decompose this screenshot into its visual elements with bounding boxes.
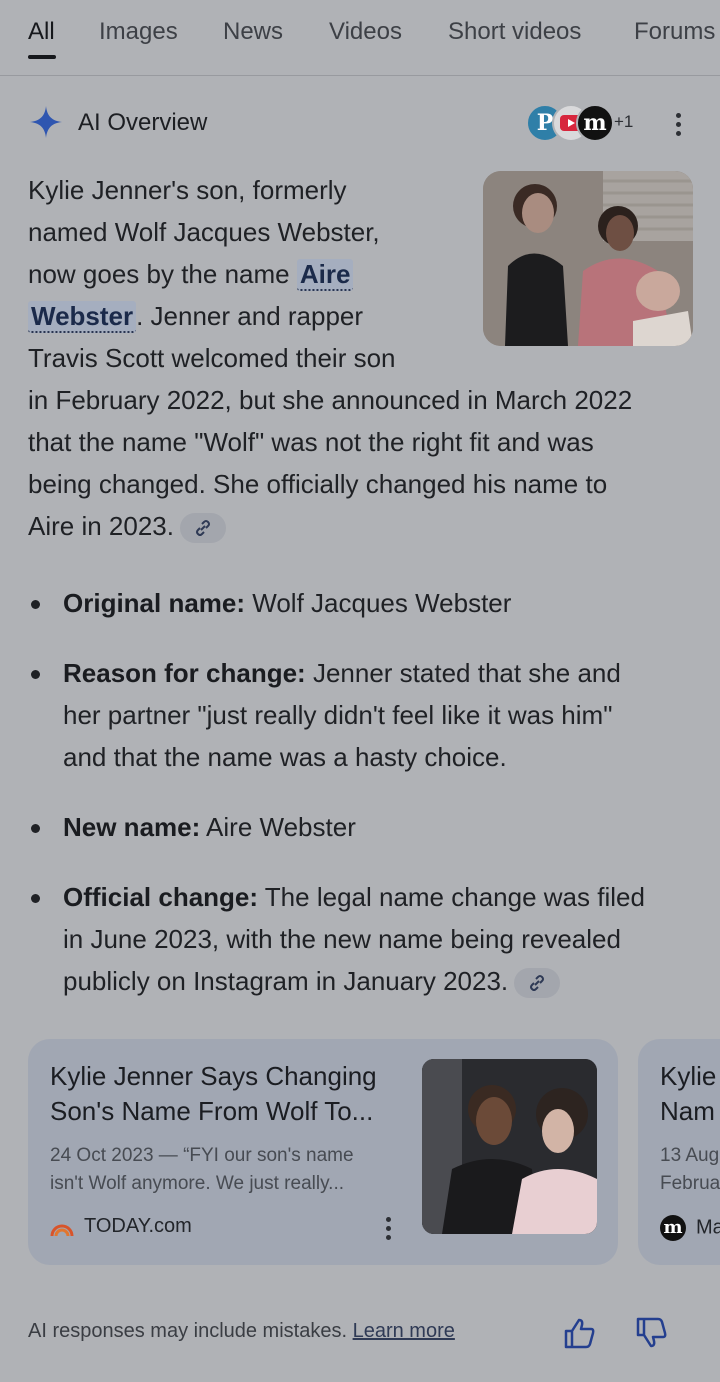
ai-overview-title: AI Overview bbox=[78, 109, 208, 136]
tab-short-videos[interactable]: Short videos bbox=[448, 18, 581, 46]
source-icons[interactable]: P m +1 bbox=[526, 104, 636, 142]
bullet-text: publicly on Instagram in January 2023. bbox=[63, 966, 509, 996]
card-title-line: Kylie bbox=[660, 1061, 717, 1091]
learn-more-link[interactable]: Learn more bbox=[353, 1320, 455, 1342]
card-source-name: TODAY.com bbox=[84, 1215, 192, 1237]
bullet-label: Official change: bbox=[63, 882, 259, 912]
card-snippet-line: Februa bbox=[660, 1173, 720, 1194]
thumbs-up-icon[interactable] bbox=[562, 1316, 596, 1350]
source-card[interactable]: Kylie Jenner Says Changing Son's Name Fr… bbox=[28, 1039, 618, 1265]
bullet-text: and that the name was a hasty choice. bbox=[63, 742, 507, 772]
para-line: being changed. She officially changed hi… bbox=[28, 469, 608, 499]
link-icon bbox=[530, 975, 545, 992]
card-title-line: Son's Name From Wolf To... bbox=[50, 1096, 374, 1126]
link-icon bbox=[195, 520, 210, 537]
card-snippet: 13 Aug Februa bbox=[660, 1142, 720, 1198]
sparkle-icon bbox=[30, 106, 62, 138]
card-title: Kylie Jenner Says Changing Son's Name Fr… bbox=[50, 1059, 377, 1129]
source-m-icon: m bbox=[576, 104, 614, 142]
card-thumbnail bbox=[422, 1059, 597, 1234]
m-logo-icon: m bbox=[660, 1215, 686, 1241]
bullet-text: in June 2023, with the new name being re… bbox=[63, 924, 621, 954]
bullet-text: her partner "just really didn't feel lik… bbox=[63, 700, 613, 730]
para-line: now goes by the name Aire bbox=[28, 253, 354, 295]
bullet-dot bbox=[31, 824, 40, 833]
card-snippet-line: isn't Wolf anymore. We just really... bbox=[50, 1173, 344, 1194]
highlight-webster[interactable]: Webster bbox=[28, 301, 137, 333]
card-more-options-icon[interactable] bbox=[386, 1217, 396, 1244]
bullet-label: New name: bbox=[63, 812, 201, 842]
active-tab-indicator bbox=[28, 55, 56, 59]
para-text: . Jenner and rapper bbox=[136, 301, 364, 331]
para-line: Kylie Jenner's son, formerly bbox=[28, 175, 347, 205]
card-source: m Ma bbox=[660, 1215, 720, 1241]
card-title-line: Nam bbox=[660, 1096, 715, 1126]
today-logo-icon bbox=[50, 1219, 74, 1236]
source-link-button[interactable] bbox=[179, 513, 226, 544]
bullet-dot bbox=[31, 670, 40, 679]
highlight-aire[interactable]: Aire bbox=[296, 259, 354, 291]
tab-news[interactable]: News bbox=[223, 18, 283, 46]
thumbs-down-icon[interactable] bbox=[634, 1316, 668, 1350]
para-text: Aire in 2023. bbox=[28, 511, 174, 541]
source-link-button[interactable] bbox=[514, 968, 561, 999]
bullet-text: Aire Webster bbox=[200, 812, 356, 842]
bullet-dot bbox=[31, 600, 40, 609]
overview-photo[interactable] bbox=[483, 171, 693, 346]
card-source: TODAY.com bbox=[50, 1215, 192, 1238]
disclaimer: AI responses may include mistakes. Learn… bbox=[28, 1320, 455, 1343]
tab-forums[interactable]: Forums bbox=[634, 18, 715, 46]
card-snippet-line: 24 Oct 2023 — “FYI our son's name bbox=[50, 1145, 354, 1166]
para-line: that the name "Wolf" was not the right f… bbox=[28, 427, 594, 457]
search-tabs: All Images News Videos Short videos Foru… bbox=[0, 0, 720, 76]
source-card[interactable]: Kylie Nam 13 Aug Februa m Ma bbox=[638, 1039, 720, 1265]
tab-all[interactable]: All bbox=[28, 18, 55, 46]
card-snippet-line: 13 Aug bbox=[660, 1145, 720, 1166]
bullet-text: Jenner stated that she and bbox=[305, 658, 621, 688]
tab-videos[interactable]: Videos bbox=[329, 18, 402, 46]
bullet-dot bbox=[31, 894, 40, 903]
para-line: in February 2022, but she announced in M… bbox=[28, 385, 633, 415]
para-line: Aire in 2023. bbox=[28, 505, 226, 547]
para-line: Travis Scott welcomed their son bbox=[28, 343, 396, 373]
para-text: now goes by the name bbox=[28, 259, 297, 289]
bullet-label: Reason for change: bbox=[63, 658, 306, 688]
card-title: Kylie Nam bbox=[660, 1059, 716, 1129]
search-results-page: All Images News Videos Short videos Foru… bbox=[0, 0, 720, 1382]
para-line: Webster. Jenner and rapper bbox=[28, 295, 363, 337]
sources-more-count: +1 bbox=[614, 112, 634, 131]
card-snippet: 24 Oct 2023 — “FYI our son's name isn't … bbox=[50, 1142, 354, 1198]
tab-images[interactable]: Images bbox=[99, 18, 178, 46]
bullet-text: The legal name change was filed bbox=[258, 882, 645, 912]
disclaimer-text: AI responses may include mistakes. bbox=[28, 1320, 348, 1342]
bullet-label: Original name: bbox=[63, 588, 246, 618]
para-line: named Wolf Jacques Webster, bbox=[28, 217, 380, 247]
card-source-name: Ma bbox=[696, 1216, 720, 1239]
bullet-text-with-link: publicly on Instagram in January 2023. bbox=[63, 960, 693, 1002]
bullet-text: Wolf Jacques Webster bbox=[245, 588, 512, 618]
card-title-line: Kylie Jenner Says Changing bbox=[50, 1061, 377, 1091]
more-options-icon[interactable] bbox=[668, 110, 688, 140]
